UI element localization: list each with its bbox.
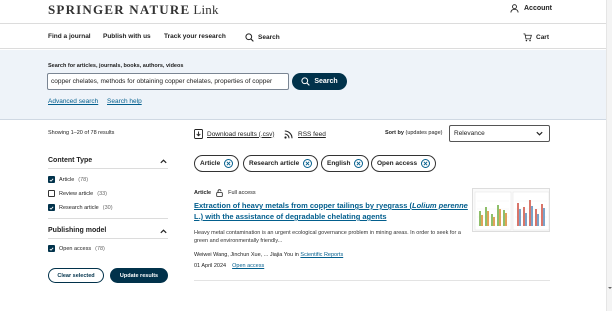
result-thumbnail[interactable] xyxy=(472,188,550,232)
results-count: Showing 1–20 of 78 results xyxy=(48,130,115,136)
sort-select[interactable]: Relevance xyxy=(449,125,550,142)
check-icon xyxy=(49,178,54,182)
filter-label: Review article xyxy=(59,190,94,197)
nav-find-journal[interactable]: Find a journal xyxy=(48,33,91,40)
nav-search[interactable]: Search xyxy=(245,33,280,42)
result-snippet: Heavy metal contamination is an urgent e… xyxy=(194,230,461,244)
close-icon[interactable] xyxy=(421,159,431,168)
chip-english[interactable]: English xyxy=(321,155,370,172)
update-results-button[interactable]: Update results xyxy=(110,268,168,283)
filter-count: (78) xyxy=(95,245,105,252)
chevron-down-icon xyxy=(536,131,543,136)
account-label: Account xyxy=(524,5,552,12)
filter-count: (33) xyxy=(97,190,108,197)
close-icon[interactable] xyxy=(354,159,364,168)
account-button[interactable]: Account xyxy=(510,4,552,13)
result-date: 01 April 2024 xyxy=(194,263,227,269)
check-icon xyxy=(49,247,54,251)
content-type-heading[interactable]: Content Type xyxy=(48,157,168,164)
chip-open-access[interactable]: Open access xyxy=(371,155,437,172)
divider xyxy=(48,168,168,169)
divider xyxy=(48,218,168,219)
search-label: Search for articles, journals, books, au… xyxy=(48,63,184,69)
filter-label: Research article xyxy=(59,204,99,211)
filter-label: Open access xyxy=(59,245,92,252)
chevron-up-icon xyxy=(160,229,167,234)
filter-label: Article xyxy=(59,176,75,183)
rss-feed-link[interactable]: RSS feed xyxy=(284,129,326,139)
checkbox-checked[interactable] xyxy=(48,245,55,252)
check-icon xyxy=(49,206,54,210)
result-meta: Article Full access xyxy=(194,189,256,197)
sort-select-value: Relevance xyxy=(454,130,485,137)
rss-icon xyxy=(284,130,293,139)
user-icon xyxy=(510,4,519,13)
chevron-up-icon xyxy=(160,159,167,164)
download-icon xyxy=(194,129,203,139)
advanced-search-link[interactable]: Advanced search xyxy=(48,98,98,105)
rss-feed-label: RSS feed xyxy=(298,130,326,138)
result-title-link[interactable]: Extraction of heavy metals from copper t… xyxy=(194,200,469,222)
filter-count: (30) xyxy=(102,204,113,211)
download-results-link[interactable]: Download results (.csv) xyxy=(194,129,275,139)
nav-cart[interactable]: Cart xyxy=(523,33,549,42)
search-icon xyxy=(301,77,311,86)
clear-selected-button[interactable]: Clear selected xyxy=(48,268,104,283)
filter-count: (78) xyxy=(78,176,89,183)
main-nav xyxy=(0,24,612,49)
search-icon xyxy=(245,33,254,42)
springer-nature-link-logo[interactable]: SPRINGER NATURE Link xyxy=(48,2,219,18)
filter-article[interactable]: Article (78) xyxy=(48,176,88,183)
result-date-row: 01 April 2024 Open access xyxy=(194,263,264,269)
cart-icon xyxy=(523,33,532,42)
nav-search-label: Search xyxy=(258,34,280,41)
search-help-link[interactable]: Search help xyxy=(107,98,142,105)
nav-cart-label: Cart xyxy=(536,34,550,41)
filter-review-article[interactable]: Review article (33) xyxy=(48,190,107,197)
chevron-down-icon[interactable] xyxy=(607,285,612,291)
checkbox-unchecked[interactable] xyxy=(48,190,55,197)
publishing-model-heading[interactable]: Publishing model xyxy=(48,227,168,234)
result-divider xyxy=(194,280,550,281)
chip-research-article[interactable]: Research article xyxy=(243,155,319,172)
sort-note: (updates page) xyxy=(405,130,443,136)
filter-open-access[interactable]: Open access (78) xyxy=(48,245,105,252)
search-button[interactable]: Search xyxy=(292,73,347,90)
checkbox-checked[interactable] xyxy=(48,204,55,211)
search-button-label: Search xyxy=(314,78,338,85)
download-results-label: Download results (.csv) xyxy=(207,130,275,138)
checkbox-checked[interactable] xyxy=(48,176,55,183)
nav-track-research[interactable]: Track your research xyxy=(164,33,226,40)
close-icon[interactable] xyxy=(303,159,313,168)
close-icon[interactable] xyxy=(224,159,234,168)
page-scrollbar[interactable] xyxy=(606,0,612,311)
unlock-icon xyxy=(216,189,223,197)
divider xyxy=(48,238,168,239)
search-input[interactable]: copper chelates, methods for obtaining c… xyxy=(47,73,289,90)
filter-research-article[interactable]: Research article (30) xyxy=(48,204,113,211)
result-access: Full access xyxy=(228,190,256,196)
nav-publish-with-us[interactable]: Publish with us xyxy=(103,33,151,40)
chip-article[interactable]: Article xyxy=(194,155,240,172)
open-access-link[interactable]: Open access xyxy=(232,263,264,269)
result-authors: Weiwei Wang, Jinchun Xue, ... Jiajia You… xyxy=(194,252,344,258)
result-type: Article xyxy=(194,190,212,196)
journal-link[interactable]: Scientific Reports xyxy=(300,252,343,258)
sort-label: Sort by (updates page) xyxy=(385,130,443,136)
